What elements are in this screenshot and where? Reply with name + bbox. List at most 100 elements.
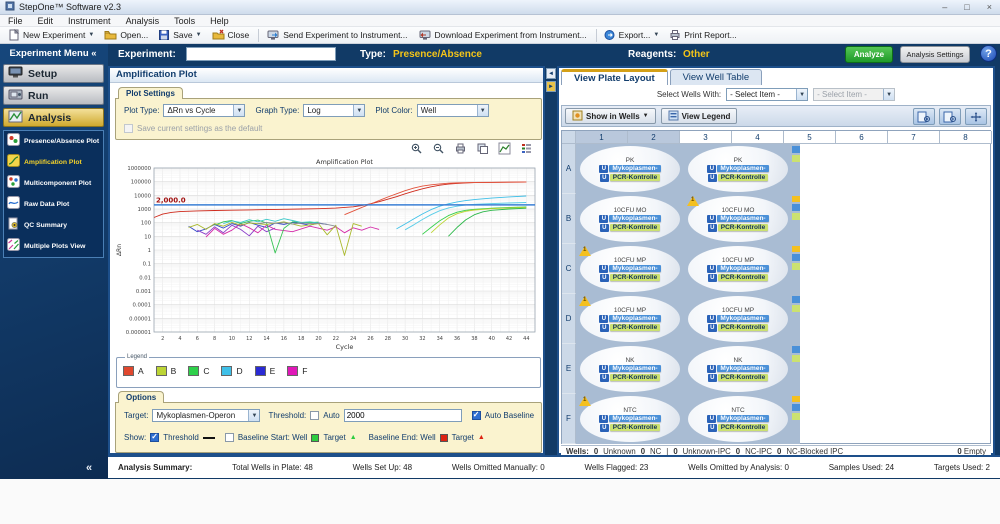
target-select[interactable]: Mykoplasmen-Operon ▼: [152, 409, 261, 422]
toolbar-close-button[interactable]: Close: [208, 28, 256, 42]
flag-warning-icon: [579, 296, 591, 306]
well-A2[interactable]: PK U Mykoplasmen- U PCR-Kontrolle: [684, 144, 792, 194]
plot-color-select[interactable]: Well ▼: [416, 104, 489, 117]
auto-baseline-checkbox[interactable]: [471, 410, 481, 420]
analyze-button[interactable]: Analyze: [845, 46, 893, 63]
row-header-E[interactable]: E: [562, 344, 576, 394]
maximize-button[interactable]: □: [964, 1, 969, 14]
well-E1[interactable]: NK U Mykoplasmen- U PCR-Kontrolle: [576, 344, 684, 394]
well-sliver-B3: [792, 194, 800, 244]
sidebar-item-multicomponent-plot[interactable]: Multicomponent Plot: [4, 173, 103, 194]
help-icon[interactable]: ?: [980, 45, 997, 62]
well-target-badge: U Mykoplasmen-: [599, 214, 661, 223]
tab-view-plate-layout[interactable]: View Plate Layout: [561, 69, 668, 85]
menu-help[interactable]: Help: [210, 16, 229, 26]
well-target-badge: U PCR-Kontrolle: [599, 323, 661, 332]
amplification-chart[interactable]: Amplification Plot 1000000 100000 10000 1000…: [114, 156, 543, 354]
sidebar-item-qc-summary[interactable]: QC Summary: [4, 215, 103, 236]
well-content: 10CFU MP U Mykoplasmen- U PCR-Kontrolle: [576, 294, 684, 344]
plot-type-select[interactable]: ΔRn vs Cycle ▼: [163, 104, 246, 117]
toolbar-open-button[interactable]: Open...: [100, 28, 154, 42]
column-header-6[interactable]: 6: [836, 131, 888, 144]
sidebar-section-setup[interactable]: Setup: [3, 64, 104, 83]
well-C2[interactable]: 10CFU MP U Mykoplasmen- U PCR-Kontrolle: [684, 244, 792, 294]
analysis-settings-button[interactable]: Analysis Settings: [900, 46, 970, 63]
menu-file[interactable]: File: [8, 16, 23, 26]
target-flag-icon: U: [599, 214, 609, 223]
sidebar-item-multiple-plots-view[interactable]: Multiple Plots View: [4, 236, 103, 257]
collapse-left-arrow[interactable]: ◄: [546, 68, 556, 79]
show-in-wells-button[interactable]: Show in Wells ▼: [565, 108, 656, 124]
column-header-2[interactable]: 2: [628, 131, 680, 144]
target-flag-icon: U: [707, 223, 717, 232]
sidebar-item-amplification-plot[interactable]: Amplification Plot: [4, 152, 103, 173]
well-B2[interactable]: 10CFU MO U Mykoplasmen- U PCR-Kontrolle: [684, 194, 792, 244]
toolbar-download-experiment-from-instrument-button[interactable]: Download Experiment from Instrument...: [414, 28, 593, 42]
well-B1[interactable]: 10CFU MO U Mykoplasmen- U PCR-Kontrolle: [576, 194, 684, 244]
column-header-3[interactable]: 3: [680, 131, 732, 144]
view-legend-button[interactable]: View Legend: [660, 108, 738, 124]
plot-settings-tab[interactable]: Plot Settings: [118, 87, 183, 99]
experiment-menu-title: Experiment Menu «: [0, 48, 106, 59]
multiple-plots-view-icon: [7, 237, 20, 256]
sidebar-collapse-icon[interactable]: «: [86, 462, 92, 474]
toolbar-new-experiment-button[interactable]: New Experiment ▼: [4, 28, 100, 42]
expand-right-arrow[interactable]: ►: [546, 81, 556, 92]
row-header-A[interactable]: A: [562, 144, 576, 194]
select-wells-label: Select Wells With:: [656, 90, 722, 99]
toolbar-print-report-button[interactable]: Print Report...: [665, 28, 742, 42]
close-button[interactable]: ×: [987, 1, 992, 14]
menu-tools[interactable]: Tools: [174, 16, 195, 26]
experiment-name-input[interactable]: [186, 47, 336, 61]
plate-grid[interactable]: 1 2 3 4 5 6 7 8 A B C D E F PK U Mykoplasmen- U PCR-Kontro…: [561, 130, 992, 444]
menu-instrument[interactable]: Instrument: [68, 16, 111, 26]
svg-text:12: 12: [246, 336, 252, 342]
new-experiment-icon: [8, 29, 20, 41]
fit-wells-icon[interactable]: [965, 108, 987, 125]
column-header-1[interactable]: 1: [576, 131, 628, 144]
row-header-C[interactable]: C: [562, 244, 576, 294]
panel-splitter[interactable]: ◄ ►: [545, 66, 557, 455]
options-tab[interactable]: Options: [118, 391, 165, 403]
toolbar-export-button[interactable]: Export... ▼: [600, 28, 666, 42]
well-F1[interactable]: NTC U Mykoplasmen- U PCR-Kontrolle: [576, 394, 684, 444]
legend-item-label: F: [302, 366, 308, 376]
select-wells-dropdown-1[interactable]: - Select Item - ▼: [726, 88, 809, 101]
menu-analysis[interactable]: Analysis: [126, 16, 160, 26]
well-F2[interactable]: NTC U Mykoplasmen- U PCR-Kontrolle: [684, 394, 792, 444]
column-header-8[interactable]: 8: [940, 131, 992, 144]
tab-view-well-table[interactable]: View Well Table: [669, 69, 763, 85]
well-D2[interactable]: 10CFU MP U Mykoplasmen- U PCR-Kontrolle: [684, 294, 792, 344]
toolbar-send-experiment-to-instrument-button[interactable]: Send Experiment to Instrument...: [262, 28, 413, 42]
zoom-in-wells-icon[interactable]: [913, 108, 935, 125]
save-default-checkbox[interactable]: [124, 124, 133, 133]
well-target-badge: U PCR-Kontrolle: [707, 323, 769, 332]
sidebar-item-presence-absence-plot[interactable]: Presence/Absence Plot: [4, 131, 103, 152]
column-header-4[interactable]: 4: [732, 131, 784, 144]
row-header-F[interactable]: F: [562, 394, 576, 444]
baseline-start-checkbox[interactable]: [224, 433, 234, 442]
menu-edit[interactable]: Edit: [38, 16, 54, 26]
column-header-7[interactable]: 7: [888, 131, 940, 144]
well-sample-name: 10CFU MP: [613, 256, 647, 264]
minimize-button[interactable]: –: [942, 1, 947, 14]
title-bar: StepOne™ Software v2.3 – □ ×: [0, 0, 1000, 15]
row-header-D[interactable]: D: [562, 294, 576, 344]
well-A1[interactable]: PK U Mykoplasmen- U PCR-Kontrolle: [576, 144, 684, 194]
sidebar-section-analysis[interactable]: Analysis: [3, 108, 104, 127]
graph-type-select[interactable]: Log ▼: [303, 104, 366, 117]
zoom-out-wells-icon[interactable]: [939, 108, 961, 125]
svg-text:1000: 1000: [138, 207, 152, 213]
show-threshold-checkbox[interactable]: [150, 432, 160, 442]
threshold-value-input[interactable]: [343, 409, 462, 422]
row-header-B[interactable]: B: [562, 194, 576, 244]
well-C1[interactable]: 10CFU MP U Mykoplasmen- U PCR-Kontrolle: [576, 244, 684, 294]
well-E2[interactable]: NK U Mykoplasmen- U PCR-Kontrolle: [684, 344, 792, 394]
sidebar-item-raw-data-plot[interactable]: Raw Data Plot: [4, 194, 103, 215]
toolbar-save-button[interactable]: Save ▼: [154, 28, 207, 42]
sidebar-section-run[interactable]: Run: [3, 86, 104, 105]
collapse-menu-icon[interactable]: «: [91, 48, 96, 59]
threshold-auto-checkbox[interactable]: [310, 411, 320, 420]
well-D1[interactable]: 10CFU MP U Mykoplasmen- U PCR-Kontrolle: [576, 294, 684, 344]
column-header-5[interactable]: 5: [784, 131, 836, 144]
